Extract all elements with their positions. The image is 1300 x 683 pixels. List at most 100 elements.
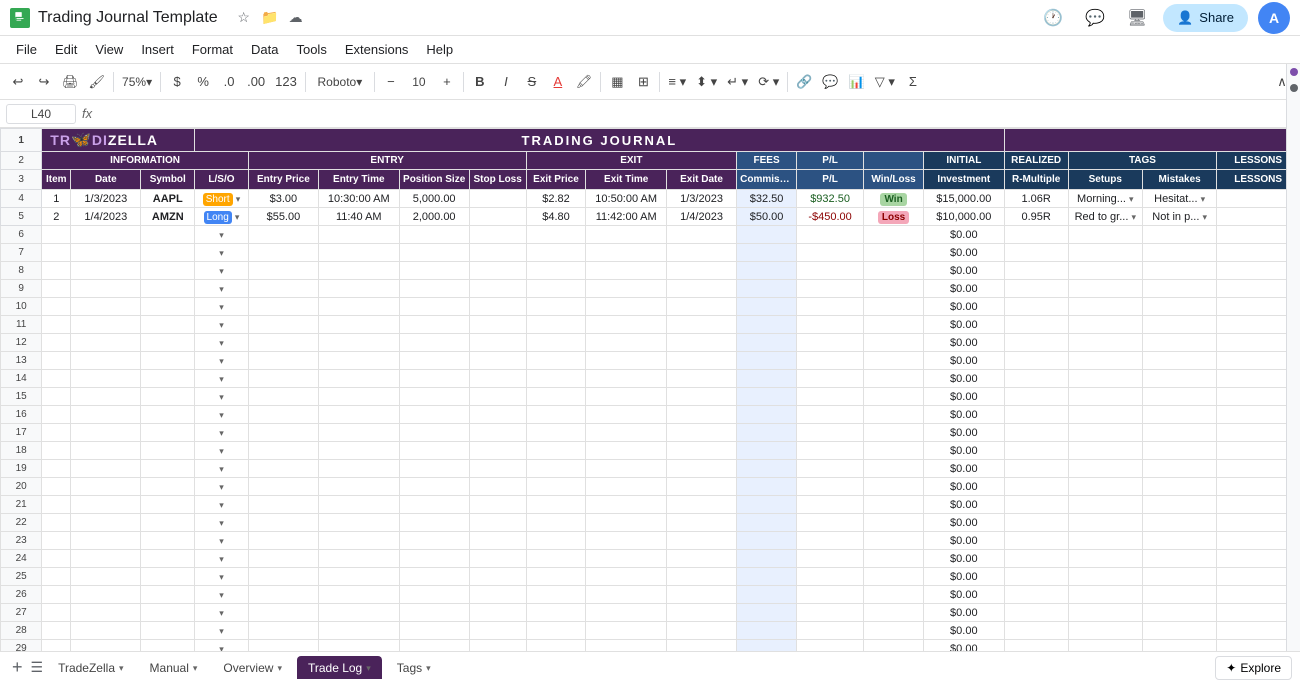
r2-date: 1/4/2023 xyxy=(71,208,141,226)
undo-button[interactable]: ↩ xyxy=(6,69,30,95)
empty-row-23: 23▾$0.00 xyxy=(1,532,1300,550)
col-commission: Commission xyxy=(737,170,797,190)
format-123[interactable]: 123 xyxy=(271,69,301,95)
panel-dot-1[interactable] xyxy=(1290,68,1298,76)
initial-header: INITIAL xyxy=(924,152,1005,170)
menu-format[interactable]: Format xyxy=(184,39,241,60)
menu-bar: File Edit View Insert Format Data Tools … xyxy=(0,36,1300,64)
section-headers-row: 2 INFORMATION ENTRY EXIT FEES P/L INITIA… xyxy=(1,152,1300,170)
sheet-menu-button[interactable]: ☰ xyxy=(31,659,44,676)
realized-header: REALIZED xyxy=(1004,152,1068,170)
r1-entry-price: $3.00 xyxy=(248,190,318,208)
link-button[interactable]: 🔗 xyxy=(792,69,816,95)
highlight-button[interactable]: 🖍 xyxy=(572,69,597,95)
menu-edit[interactable]: Edit xyxy=(47,39,85,60)
toolbar: ↩ ↪ 🖨 🖌 75% ▾ $ % .0 .00 123 Roboto ▾ − … xyxy=(0,64,1300,100)
italic-button[interactable]: I xyxy=(494,69,518,95)
cell-reference[interactable] xyxy=(6,104,76,124)
screen-icon[interactable]: 🖥 xyxy=(1121,2,1153,34)
menu-view[interactable]: View xyxy=(87,39,131,60)
menu-file[interactable]: File xyxy=(8,39,45,60)
zoom-select[interactable]: 75% ▾ xyxy=(118,69,156,95)
paint-format-button[interactable]: 🖌 xyxy=(85,69,110,95)
entry-header: ENTRY xyxy=(248,152,526,170)
rotate-button[interactable]: ⟳ ▾ xyxy=(754,69,783,95)
empty-row-19: 19▾$0.00 xyxy=(1,460,1300,478)
text-color-button[interactable]: A xyxy=(546,69,570,95)
menu-data[interactable]: Data xyxy=(243,39,286,60)
empty-row-21: 21▾$0.00 xyxy=(1,496,1300,514)
col-exit-date: Exit Date xyxy=(666,170,736,190)
align-h-button[interactable]: ≡ ▾ xyxy=(664,69,690,95)
empty-row-22: 22▾$0.00 xyxy=(1,514,1300,532)
app-logo xyxy=(10,8,30,28)
chart-button[interactable]: 📊 xyxy=(845,69,869,95)
r1-date: 1/3/2023 xyxy=(71,190,141,208)
comment-btn[interactable]: 💬 xyxy=(818,69,842,95)
col-mistakes: Mistakes xyxy=(1142,170,1216,190)
empty-row-8: 8▾$0.00 xyxy=(1,262,1300,280)
explore-button[interactable]: ✦ Explore xyxy=(1215,656,1292,680)
history-icon[interactable]: 🕐 xyxy=(1037,2,1069,34)
user-avatar[interactable]: A xyxy=(1258,2,1290,34)
menu-help[interactable]: Help xyxy=(418,39,461,60)
tab-tradezella[interactable]: TradeZella ▾ xyxy=(47,656,134,679)
r1-exit-date: 1/3/2023 xyxy=(666,190,736,208)
wrap-button[interactable]: ↵ ▾ xyxy=(723,69,752,95)
empty-row-16: 16▾$0.00 xyxy=(1,406,1300,424)
right-panel xyxy=(1286,64,1300,651)
currency-button[interactable]: $ xyxy=(165,69,189,95)
menu-tools[interactable]: Tools xyxy=(288,39,334,60)
col-stop-loss: Stop Loss xyxy=(469,170,526,190)
sigma-button[interactable]: Σ xyxy=(901,69,925,95)
panel-dot-2[interactable] xyxy=(1290,84,1298,92)
percent-button[interactable]: % xyxy=(191,69,215,95)
r2-exit-date: 1/4/2023 xyxy=(666,208,736,226)
menu-extensions[interactable]: Extensions xyxy=(337,39,417,60)
explore-label: Explore xyxy=(1240,661,1281,675)
information-header: INFORMATION xyxy=(42,152,249,170)
fees-header: FEES xyxy=(737,152,797,170)
decimal-dec-button[interactable]: .0 xyxy=(217,69,241,95)
merge-button[interactable]: ⊞ xyxy=(631,69,655,95)
r1-item: 1 xyxy=(42,190,71,208)
empty-row-13: 13▾$0.00 xyxy=(1,352,1300,370)
font-dec-button[interactable]: − xyxy=(379,69,403,95)
fx-icon: fx xyxy=(82,106,92,121)
cloud-icon[interactable]: ☁ xyxy=(286,8,306,28)
r1-exit-time: 10:50:00 AM xyxy=(586,190,667,208)
r2-exit-time: 11:42:00 AM xyxy=(586,208,667,226)
font-select[interactable]: Roboto ▾ xyxy=(310,69,370,95)
strikethrough-button[interactable]: S xyxy=(520,69,544,95)
tab-overview[interactable]: Overview ▾ xyxy=(212,656,293,679)
col-symbol: Symbol xyxy=(141,170,195,190)
print-button[interactable]: 🖨 xyxy=(58,69,83,95)
redo-button[interactable]: ↪ xyxy=(32,69,56,95)
tab-manual[interactable]: Manual ▾ xyxy=(139,656,209,679)
r2-pl: -$450.00 xyxy=(797,208,864,226)
share-button[interactable]: 👤 Share xyxy=(1163,4,1248,32)
tab-trade-log[interactable]: Trade Log ▾ xyxy=(297,656,382,679)
empty-row-27: 27▾$0.00 xyxy=(1,604,1300,622)
r2-symbol: AMZN xyxy=(141,208,195,226)
r2-investment: $10,000.00 xyxy=(924,208,1005,226)
menu-insert[interactable]: Insert xyxy=(133,39,182,60)
folder-icon[interactable]: 📁 xyxy=(260,8,280,28)
comment-icon[interactable]: 💬 xyxy=(1079,2,1111,34)
borders-button[interactable]: ▦ xyxy=(605,69,629,95)
star-icon[interactable]: ☆ xyxy=(234,8,254,28)
col-item: Item xyxy=(42,170,71,190)
font-inc-button[interactable]: + xyxy=(435,69,459,95)
add-sheet-button[interactable]: + xyxy=(8,657,27,678)
bold-button[interactable]: B xyxy=(468,69,492,95)
tab-tags[interactable]: Tags ▾ xyxy=(386,656,442,679)
share-icon: 👤 xyxy=(1177,10,1193,26)
r2-rmultiple: 0.95R xyxy=(1004,208,1068,226)
align-v-button[interactable]: ⬍ ▾ xyxy=(692,69,721,95)
empty-row-10: 10▾$0.00 xyxy=(1,298,1300,316)
sheet-container: 1 TR🦋DIZELLA TRADING JOURNAL 2 INFORMATI… xyxy=(0,128,1300,651)
decimal-inc-button[interactable]: .00 xyxy=(243,69,269,95)
font-size-input[interactable]: 10 xyxy=(405,69,433,95)
col-winloss: Win/Loss xyxy=(864,170,924,190)
filter-button[interactable]: ▽ ▾ xyxy=(871,69,899,95)
